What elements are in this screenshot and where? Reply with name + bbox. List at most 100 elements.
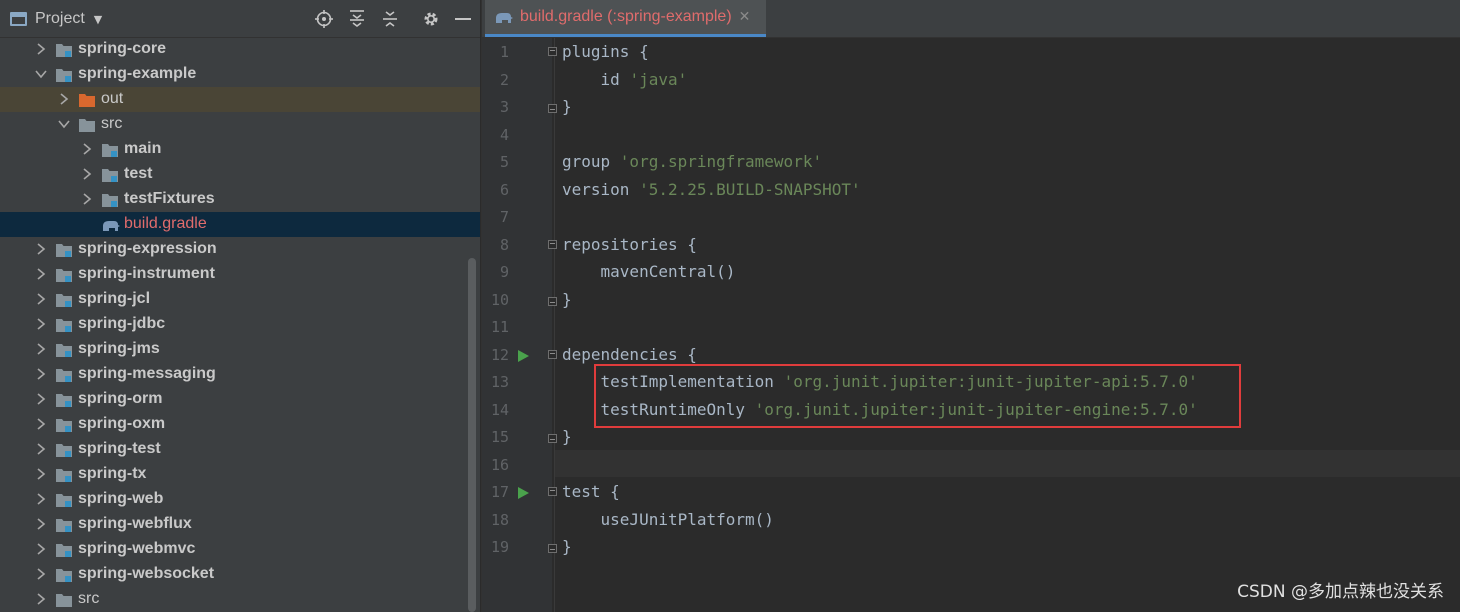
code-line[interactable]: repositories { [562, 235, 697, 254]
code-line[interactable]: } [562, 97, 572, 116]
tree-item[interactable]: spring-webmvc [0, 537, 480, 562]
fold-close-icon[interactable] [548, 296, 557, 306]
module-folder-icon [55, 342, 73, 358]
tree-item[interactable]: spring-webflux [0, 512, 480, 537]
tree-item[interactable]: spring-jcl [0, 287, 480, 312]
code-line[interactable]: test { [562, 482, 620, 501]
locate-file-icon[interactable] [313, 8, 335, 30]
chevron-right-icon[interactable] [34, 267, 48, 281]
tree-item[interactable]: src [0, 112, 480, 137]
run-gutter-icon[interactable] [518, 349, 529, 362]
tree-item[interactable]: build.gradle [0, 212, 480, 237]
folder-icon [78, 117, 96, 133]
fold-open-icon[interactable] [548, 349, 557, 359]
project-view-selector[interactable]: Project ▼ [10, 0, 102, 38]
tree-item[interactable]: spring-instrument [0, 262, 480, 287]
code-token: repositories { [562, 234, 697, 254]
code-line[interactable]: testImplementation 'org.junit.jupiter:ju… [562, 372, 1198, 391]
code-line[interactable]: useJUnitPlatform() [562, 510, 774, 529]
tab-build-gradle[interactable]: build.gradle (:spring-example) ✕ [485, 0, 766, 37]
code-line[interactable]: id 'java' [562, 69, 688, 89]
chevron-right-icon[interactable] [34, 567, 48, 581]
run-gutter-icon[interactable] [518, 487, 529, 499]
tree-item[interactable]: spring-expression [0, 237, 480, 262]
tree-item[interactable]: test [0, 162, 480, 187]
module-folder-icon [55, 392, 73, 408]
fold-open-icon[interactable] [548, 239, 557, 249]
chevron-right-icon[interactable] [34, 592, 48, 606]
chevron-right-icon[interactable] [34, 292, 48, 306]
editor-tab-bar: build.gradle (:spring-example) ✕ [482, 0, 1460, 38]
chevron-right-icon[interactable] [80, 167, 94, 181]
collapse-all-icon[interactable] [379, 8, 401, 30]
chevron-right-icon[interactable] [34, 42, 48, 56]
line-number: 7 [499, 208, 509, 226]
tree-item[interactable]: spring-example [0, 62, 480, 87]
code-line[interactable]: } [562, 290, 572, 309]
tree-item[interactable]: spring-test [0, 437, 480, 462]
code-line[interactable]: mavenCentral() [562, 262, 736, 281]
tree-item-label: spring-jms [78, 340, 160, 357]
chevron-right-icon[interactable] [34, 492, 48, 506]
tree-item-label: src [78, 590, 100, 607]
tree-item[interactable]: spring-core [0, 37, 480, 62]
chevron-right-icon[interactable] [34, 542, 48, 556]
chevron-right-icon[interactable] [34, 467, 48, 481]
chevron-right-icon[interactable] [57, 92, 71, 106]
code-line[interactable]: testRuntimeOnly 'org.junit.jupiter:junit… [562, 400, 1198, 419]
module-folder-icon [55, 417, 73, 433]
code-line[interactable]: version '5.2.25.BUILD-SNAPSHOT' [562, 180, 861, 199]
expand-all-icon[interactable] [346, 8, 368, 30]
fold-close-icon[interactable] [548, 434, 557, 443]
string-literal: 'org.junit.jupiter:junit-jupiter-engine:… [754, 399, 1198, 419]
tree-item[interactable]: spring-tx [0, 462, 480, 487]
string-literal: 'java' [629, 69, 688, 89]
fold-guide [554, 38, 555, 612]
project-header: Project ▼ [0, 0, 480, 38]
code-line[interactable]: group 'org.springframework' [562, 152, 822, 171]
chevron-right-icon[interactable] [34, 317, 48, 331]
tree-item[interactable]: spring-websocket [0, 562, 480, 587]
tree-item[interactable]: out [0, 87, 480, 112]
chevron-right-icon[interactable] [34, 242, 48, 256]
fold-open-icon[interactable] [548, 487, 557, 496]
code-line[interactable]: plugins { [562, 42, 649, 61]
fold-close-icon[interactable] [548, 544, 557, 553]
tree-item[interactable]: src [0, 587, 480, 612]
project-scrollbar[interactable] [468, 258, 476, 612]
tree-item[interactable]: testFixtures [0, 187, 480, 212]
line-number: 16 [490, 455, 509, 474]
fold-open-icon[interactable] [548, 47, 557, 56]
chevron-down-icon[interactable] [57, 117, 71, 131]
chevron-right-icon[interactable] [34, 392, 48, 406]
close-icon[interactable]: ✕ [739, 9, 751, 25]
tree-item[interactable]: spring-jdbc [0, 312, 480, 337]
tree-item-label: main [124, 140, 162, 157]
chevron-right-icon[interactable] [34, 417, 48, 431]
tree-item[interactable]: spring-messaging [0, 362, 480, 387]
code-line[interactable]: } [562, 427, 572, 446]
module-folder-icon [55, 42, 73, 58]
chevron-right-icon[interactable] [34, 342, 48, 356]
module-folder-icon [55, 67, 73, 83]
hide-panel-icon[interactable] [452, 8, 474, 30]
chevron-right-icon[interactable] [34, 367, 48, 381]
tree-item[interactable]: spring-orm [0, 387, 480, 412]
chevron-right-icon[interactable] [80, 192, 94, 206]
chevron-right-icon[interactable] [34, 442, 48, 456]
chevron-right-icon[interactable] [34, 517, 48, 531]
code-line[interactable]: } [562, 537, 572, 556]
gear-icon[interactable] [420, 8, 442, 30]
chevron-right-icon[interactable] [80, 142, 94, 156]
tree-item[interactable]: main [0, 137, 480, 162]
tree-item-label: spring-orm [78, 390, 163, 407]
tree-item[interactable]: spring-jms [0, 337, 480, 362]
fold-close-icon[interactable] [548, 104, 557, 113]
project-tree[interactable]: spring-core spring-example out src main test t… [0, 37, 480, 612]
line-number: 1 [499, 43, 509, 61]
tree-item[interactable]: spring-web [0, 487, 480, 512]
chevron-down-icon[interactable] [34, 67, 48, 81]
code-line[interactable]: dependencies { [562, 345, 697, 364]
line-number: 18 [490, 510, 509, 529]
tree-item[interactable]: spring-oxm [0, 412, 480, 437]
